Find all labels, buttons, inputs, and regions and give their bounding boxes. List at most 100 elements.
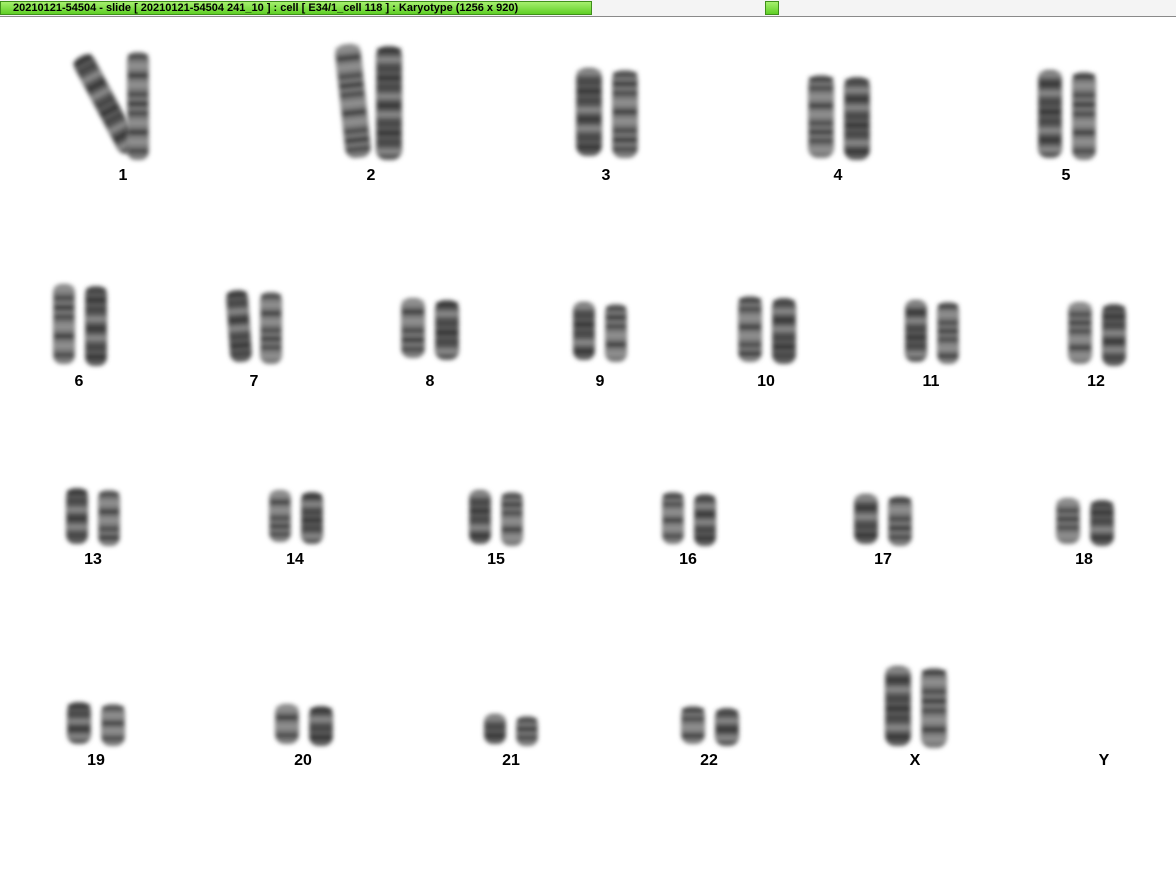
chromosome-10-homolog-2[interactable] bbox=[770, 296, 798, 366]
chromosome-13-homolog-2[interactable] bbox=[96, 488, 122, 548]
chromosome-pair-21[interactable] bbox=[482, 712, 540, 746]
chromosome-4-homolog-2[interactable] bbox=[842, 75, 872, 162]
chromosome-2-homolog-2[interactable] bbox=[374, 44, 404, 162]
chromosome-pair-1[interactable] bbox=[72, 48, 151, 162]
chromosome-label: 17 bbox=[874, 551, 892, 568]
chromosome-18-homolog-1[interactable] bbox=[1054, 496, 1082, 546]
chromosome-4-homolog-1[interactable] bbox=[806, 73, 836, 160]
chromosome-pair-11[interactable] bbox=[903, 298, 961, 364]
chromosome-10-homolog-1[interactable] bbox=[736, 294, 764, 364]
chromatid-image bbox=[612, 70, 638, 158]
chromosome-pair-4[interactable] bbox=[806, 73, 872, 160]
window-title[interactable]: 20210121-54504 - slide [ 20210121-54504 … bbox=[0, 1, 592, 15]
chromosome-9-homolog-2[interactable] bbox=[603, 302, 629, 364]
chromosome-7-homolog-2[interactable] bbox=[258, 290, 284, 366]
chromatid-image bbox=[469, 490, 491, 544]
chromosome-pair-3[interactable] bbox=[574, 66, 640, 158]
chromosome-18-homolog-2[interactable] bbox=[1088, 498, 1116, 548]
chromosome-22-homolog-2[interactable] bbox=[713, 706, 741, 748]
chromatid-image bbox=[885, 666, 911, 746]
chromosome-1-homolog-2[interactable] bbox=[125, 50, 151, 162]
chromosome-15-homolog-1[interactable] bbox=[467, 488, 493, 546]
chromatid-image bbox=[85, 286, 107, 366]
chromosome-6-homolog-2[interactable] bbox=[83, 284, 109, 368]
chromosome-16-homolog-1[interactable] bbox=[660, 490, 686, 546]
chromatid-image bbox=[309, 706, 333, 746]
chromosome-5-homolog-2[interactable] bbox=[1070, 70, 1098, 162]
chromatid-image bbox=[101, 704, 125, 746]
chromosome-pair-10[interactable] bbox=[736, 294, 798, 364]
chromosome-21-homolog-2[interactable] bbox=[514, 714, 540, 748]
chromosome-8-homolog-1[interactable] bbox=[399, 296, 427, 360]
chromatid-image bbox=[335, 43, 371, 159]
chromosome-x-homolog-2[interactable] bbox=[919, 666, 949, 750]
chromosome-17-homolog-1[interactable] bbox=[852, 492, 880, 546]
chromosome-label: 3 bbox=[601, 167, 611, 184]
chromatid-image bbox=[1102, 304, 1126, 366]
chromosome-13-homolog-1[interactable] bbox=[64, 486, 90, 546]
chromosome-20-homolog-2[interactable] bbox=[307, 704, 335, 748]
chromosome-3-homolog-1[interactable] bbox=[574, 66, 604, 158]
chromatid-image bbox=[484, 714, 506, 744]
chromosome-pair-14[interactable] bbox=[267, 488, 325, 544]
chromatid-image bbox=[1072, 72, 1096, 160]
chromosome-label: 13 bbox=[84, 551, 102, 568]
chromosome-pair-17[interactable] bbox=[852, 492, 914, 546]
window-titlebar: 20210121-54504 - slide [ 20210121-54504 … bbox=[0, 0, 1176, 17]
chromosome-pair-12[interactable] bbox=[1066, 300, 1128, 366]
chromosome-12-homolog-1[interactable] bbox=[1066, 300, 1094, 366]
chromosome-3-homolog-2[interactable] bbox=[610, 68, 640, 160]
chromosome-pair-x[interactable] bbox=[883, 664, 949, 748]
chromosome-15-homolog-2[interactable] bbox=[499, 490, 525, 548]
chromosome-20-homolog-1[interactable] bbox=[273, 702, 301, 746]
chromosome-8-homolog-2[interactable] bbox=[433, 298, 461, 362]
chromatid-image bbox=[376, 46, 402, 160]
chromosome-pair-19[interactable] bbox=[65, 700, 127, 746]
chromosome-pair-22[interactable] bbox=[679, 704, 741, 746]
chromatid-image bbox=[662, 492, 684, 544]
chromosome-6-homolog-1[interactable] bbox=[51, 282, 77, 366]
chromosome-16-homolog-2[interactable] bbox=[692, 492, 718, 548]
chromosome-label: 21 bbox=[502, 752, 520, 769]
chromosome-pair-8[interactable] bbox=[399, 296, 461, 360]
chromosome-14-homolog-2[interactable] bbox=[299, 490, 325, 546]
chromosome-pair-18[interactable] bbox=[1054, 496, 1116, 546]
chromosome-11-homolog-1[interactable] bbox=[903, 298, 929, 364]
chromosome-pair-5[interactable] bbox=[1036, 68, 1098, 160]
chromosome-2-homolog-1[interactable] bbox=[332, 41, 374, 161]
chromosome-5-homolog-1[interactable] bbox=[1036, 68, 1064, 160]
chromosome-pair-9[interactable] bbox=[571, 300, 629, 362]
chromosome-label: Y bbox=[1098, 752, 1110, 769]
chromatid-image bbox=[127, 52, 149, 160]
chromosome-x-homolog-1[interactable] bbox=[883, 664, 913, 748]
chromatid-image bbox=[573, 302, 595, 360]
chromatid-image bbox=[260, 292, 282, 364]
title-tab-marker[interactable] bbox=[765, 1, 779, 15]
chromosome-7-homolog-1[interactable] bbox=[223, 287, 254, 365]
chromosome-19-homolog-1[interactable] bbox=[65, 700, 93, 746]
chromosome-pair-6[interactable] bbox=[51, 282, 109, 366]
chromatid-image bbox=[694, 494, 716, 546]
chromatid-image bbox=[905, 300, 927, 362]
chromosome-12-homolog-2[interactable] bbox=[1100, 302, 1128, 368]
chromosome-label: 8 bbox=[425, 373, 435, 390]
chromosome-pair-15[interactable] bbox=[467, 488, 525, 546]
chromosome-21-homolog-1[interactable] bbox=[482, 712, 508, 746]
chromosome-19-homolog-2[interactable] bbox=[99, 702, 127, 748]
chromosome-pair-16[interactable] bbox=[660, 490, 718, 546]
chromosome-pair-7[interactable] bbox=[226, 288, 284, 364]
chromatid-image bbox=[808, 75, 834, 158]
chromatid-image bbox=[301, 492, 323, 544]
chromatid-image bbox=[937, 302, 959, 364]
chromatid-image bbox=[681, 706, 705, 744]
chromosome-17-homolog-2[interactable] bbox=[886, 494, 914, 548]
chromosome-pair-13[interactable] bbox=[64, 486, 122, 546]
chromosome-label: X bbox=[909, 752, 921, 769]
chromosome-pair-20[interactable] bbox=[273, 702, 335, 746]
chromosome-14-homolog-1[interactable] bbox=[267, 488, 293, 544]
chromosome-9-homolog-1[interactable] bbox=[571, 300, 597, 362]
chromosome-pair-2[interactable] bbox=[335, 42, 404, 162]
chromosome-22-homolog-1[interactable] bbox=[679, 704, 707, 746]
chromosome-label: 16 bbox=[679, 551, 697, 568]
chromosome-11-homolog-2[interactable] bbox=[935, 300, 961, 366]
